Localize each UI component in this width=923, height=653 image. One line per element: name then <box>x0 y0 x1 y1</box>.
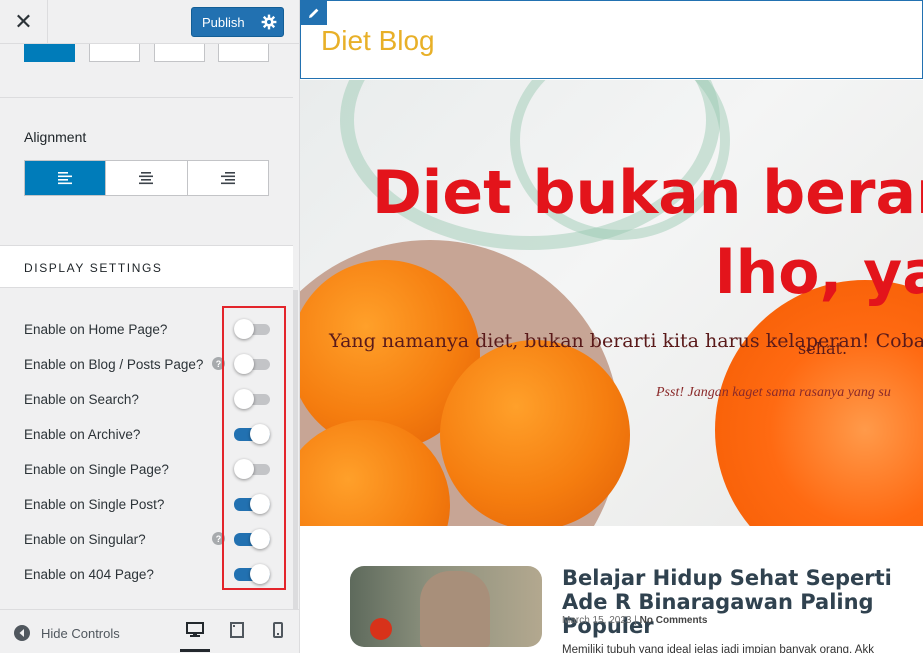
hide-controls-label: Hide Controls <box>41 625 120 641</box>
juicer-image <box>715 280 923 526</box>
customizer-sidebar: Alignment DISPLAY SETTINGS Enable on Hom… <box>0 0 300 653</box>
orange-image <box>440 340 630 526</box>
layout-option-3[interactable] <box>154 44 205 62</box>
hero-subtitle-line2: sehat. <box>798 339 848 358</box>
site-preview: Diet Blog Diet bukan berarti lho, ya! Ya… <box>300 0 923 653</box>
layout-option-1[interactable] <box>24 44 75 62</box>
site-header: Diet Blog <box>300 0 923 79</box>
toggle-label: Enable on Blog / Posts Page? <box>24 357 204 372</box>
person-image <box>420 571 490 647</box>
toggle-label: Enable on Single Page? <box>24 462 169 477</box>
hero-banner: Diet bukan berarti lho, ya! Yang namanya… <box>300 80 923 526</box>
gear-icon[interactable] <box>261 14 277 30</box>
align-left-button[interactable] <box>25 161 107 195</box>
desktop-preview-button[interactable] <box>180 622 210 652</box>
site-title[interactable]: Diet Blog <box>321 25 435 57</box>
divider <box>0 97 299 98</box>
post-meta: March 15, 2023 | No Comments <box>562 615 708 626</box>
toggle-label: Enable on Singular? <box>24 532 146 547</box>
pencil-icon <box>309 8 319 18</box>
align-right-button[interactable] <box>187 161 268 195</box>
post-item: Belajar Hidup Sehat Seperti Ade R Binara… <box>350 566 923 653</box>
post-title-link[interactable]: Belajar Hidup Sehat Seperti Ade R Binara… <box>562 566 923 638</box>
toggle-label: Enable on Single Post? <box>24 497 165 512</box>
align-center-icon <box>139 172 154 185</box>
close-icon: ✕ <box>14 9 33 34</box>
post-comments-link[interactable]: No Comments <box>640 615 708 626</box>
publish-button[interactable]: Publish <box>191 7 284 37</box>
post-thumbnail[interactable] <box>350 566 542 647</box>
toggle-label: Enable on Search? <box>24 392 139 407</box>
customizer-footer: Hide Controls <box>0 609 299 653</box>
collapse-arrow-icon <box>14 625 30 641</box>
tablet-preview-button[interactable] <box>222 622 252 652</box>
hero-title-line2: lho, ya! <box>715 238 923 308</box>
display-settings-title: DISPLAY SETTINGS <box>24 261 163 275</box>
apple-image <box>370 618 392 640</box>
desktop-icon <box>186 622 204 637</box>
align-left-icon <box>58 172 73 185</box>
edit-shortcut-button[interactable] <box>301 1 327 25</box>
toggle-label: Enable on Home Page? <box>24 322 168 337</box>
toggle-label: Enable on 404 Page? <box>24 567 154 582</box>
publish-label: Publish <box>202 14 245 30</box>
toggle-label: Enable on Archive? <box>24 427 141 442</box>
post-date: March 15, 2023 <box>562 615 632 626</box>
close-customizer-button[interactable]: ✕ <box>0 0 48 44</box>
post-excerpt: Memiliki tubuh yang ideal jelas jadi imp… <box>562 644 874 653</box>
layout-option-2[interactable] <box>89 44 140 62</box>
align-right-icon <box>220 172 235 185</box>
display-settings-header: DISPLAY SETTINGS <box>0 245 293 288</box>
mobile-preview-button[interactable] <box>263 622 293 652</box>
mobile-icon <box>273 622 283 638</box>
alignment-button-group <box>24 160 269 196</box>
highlight-box <box>222 306 286 590</box>
customizer-header: ✕ Publish <box>0 0 299 44</box>
alignment-label: Alignment <box>24 129 87 145</box>
tablet-icon <box>230 622 244 638</box>
sidebar-scroll-thumb[interactable] <box>293 290 298 610</box>
align-center-button[interactable] <box>106 161 188 195</box>
layout-option-4[interactable] <box>218 44 269 62</box>
hero-note: Psst! Jangan kaget sama rasanya yang su <box>656 385 891 400</box>
hero-title-line1: Diet bukan berarti <box>372 158 923 228</box>
hide-controls-button[interactable]: Hide Controls <box>14 625 120 641</box>
